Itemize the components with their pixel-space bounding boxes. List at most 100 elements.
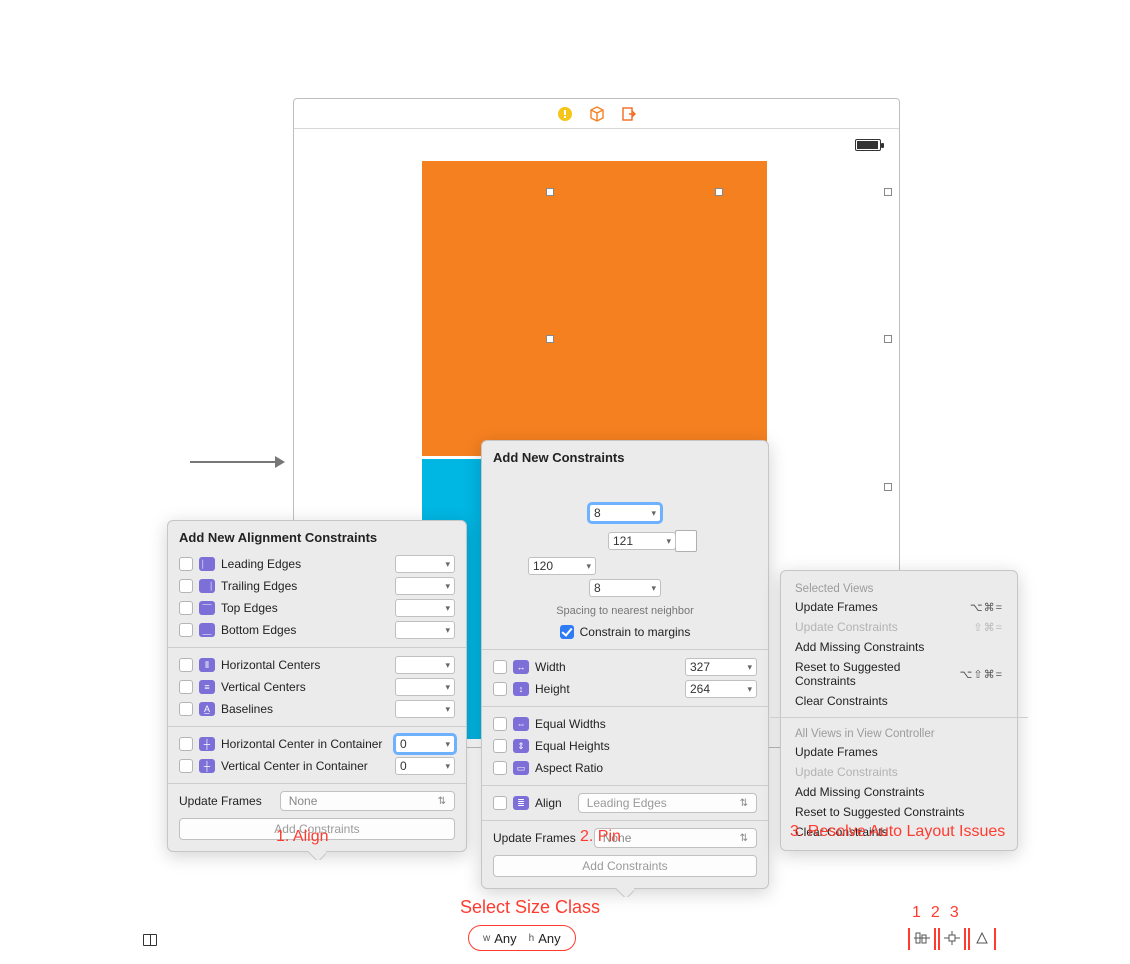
checkbox[interactable]: [179, 557, 193, 571]
spacing-neighbor-label: Spacing to nearest neighbor: [493, 605, 757, 617]
resolve-menu-item[interactable]: Update Frames: [781, 742, 1017, 762]
top-spacing-combo[interactable]: 8▾: [589, 504, 661, 522]
checkbox[interactable]: [493, 739, 507, 753]
align-popover-title: Add New Alignment Constraints: [179, 530, 455, 545]
align-value-combo[interactable]: ▾: [395, 555, 455, 573]
align-label: Align: [535, 796, 562, 810]
align-item-label: Horizontal Centers: [221, 658, 320, 672]
equal-heights-label: Equal Heights: [535, 739, 610, 753]
checkbox[interactable]: [179, 702, 193, 716]
orange-view-selected[interactable]: [422, 161, 767, 456]
equal-widths-label: Equal Widths: [535, 717, 606, 731]
exit-icon[interactable]: [621, 106, 637, 122]
spacing-center-box: [675, 530, 697, 552]
pin-menu-button[interactable]: [938, 928, 966, 950]
document-outline-button[interactable]: [143, 934, 157, 946]
checkbox[interactable]: [179, 623, 193, 637]
align-value-combo[interactable]: 0▾: [395, 735, 455, 753]
align-popover: Add New Alignment Constraints ⎸Leading E…: [167, 520, 467, 852]
popover-arrow: [616, 888, 634, 897]
pin-popover: Add New Constraints 8▾ 121▾ 120▾ 8▾ Spac…: [481, 440, 769, 889]
align-item-label: Trailing Edges: [221, 579, 297, 593]
selection-handle[interactable]: [884, 483, 892, 491]
resolve-menu-item[interactable]: Add Missing Constraints: [781, 637, 1017, 657]
resolve-menu-item[interactable]: Update Frames⌥⌘=: [781, 597, 1017, 617]
height-label: Height: [535, 682, 570, 696]
align-item-label: Vertical Center in Container: [221, 759, 368, 773]
align-value-combo[interactable]: ▾: [395, 577, 455, 595]
align-item-label: Bottom Edges: [221, 623, 296, 637]
align-item-label: Vertical Centers: [221, 680, 306, 694]
vertical-centers-icon: ≡: [199, 680, 215, 694]
all-views-heading: All Views in View Controller: [781, 724, 1017, 742]
select-size-class-label: Select Size Class: [460, 897, 600, 918]
popover-arrow: [308, 851, 326, 860]
h-center-container-icon: ┼: [199, 737, 215, 751]
align-select[interactable]: Leading Edges⇅: [578, 793, 757, 813]
align-value-combo[interactable]: ▾: [395, 621, 455, 639]
checkbox[interactable]: [179, 579, 193, 593]
width-icon: ↔: [513, 660, 529, 674]
right-spacing-combo[interactable]: 120▾: [528, 557, 596, 575]
checkbox[interactable]: [493, 717, 507, 731]
warning-icon[interactable]: [557, 106, 573, 122]
add-constraints-button[interactable]: Add Constraints: [493, 855, 757, 877]
update-frames-select[interactable]: None⇅: [280, 791, 455, 811]
resolve-popover: Selected Views Update Frames⌥⌘=Update Co…: [780, 570, 1018, 851]
selected-views-heading: Selected Views: [781, 579, 1017, 597]
width-combo[interactable]: 327▾: [685, 658, 757, 676]
caption-resolve: 3. Resolve Auto Layout Issues: [790, 823, 1005, 841]
checkbox[interactable]: [179, 680, 193, 694]
align-value-combo[interactable]: ▾: [395, 599, 455, 617]
align-value-combo[interactable]: ▾: [395, 700, 455, 718]
align-menu-button[interactable]: [908, 928, 936, 950]
align-item-label: Top Edges: [221, 601, 278, 615]
checkbox[interactable]: [179, 759, 193, 773]
resolve-menu-item[interactable]: Add Missing Constraints: [781, 782, 1017, 802]
checkbox[interactable]: [179, 737, 193, 751]
checkbox[interactable]: [179, 601, 193, 615]
resolve-menu-item[interactable]: Reset to Suggested Constraints⌥⇧⌘=: [781, 657, 1017, 691]
selection-handle[interactable]: [546, 188, 554, 196]
bottom-spacing-combo[interactable]: 8▾: [589, 579, 661, 597]
selection-handle[interactable]: [884, 335, 892, 343]
aspect-ratio-icon: ▭: [513, 761, 529, 775]
pin-icon: [943, 930, 961, 946]
resolve-menu-item[interactable]: Reset to Suggested Constraints: [781, 802, 1017, 822]
align-value-combo[interactable]: ▾: [395, 678, 455, 696]
align-icon: ≣: [513, 796, 529, 810]
equal-widths-icon: ⇔: [513, 717, 529, 731]
checkbox[interactable]: [493, 796, 507, 810]
height-icon: ↕: [513, 682, 529, 696]
baselines-icon: A̲: [199, 702, 215, 716]
cube-icon[interactable]: [589, 106, 605, 122]
checkbox[interactable]: [493, 761, 507, 775]
align-value-combo[interactable]: ▾: [395, 656, 455, 674]
resolve-icon: [973, 930, 991, 946]
trailing-edges-icon: ⎹: [199, 579, 215, 593]
selection-handle[interactable]: [884, 188, 892, 196]
constrain-margins-label: Constrain to margins: [580, 625, 691, 639]
selection-handle[interactable]: [546, 335, 554, 343]
resolve-menu-item[interactable]: Clear Constraints: [781, 691, 1017, 711]
top-edges-icon: ⎺: [199, 601, 215, 615]
height-combo[interactable]: 264▾: [685, 680, 757, 698]
checkbox[interactable]: [179, 658, 193, 672]
resolve-menu-button[interactable]: [968, 928, 996, 950]
align-item-label: Horizontal Center in Container: [221, 737, 382, 751]
update-frames-label: Update Frames: [179, 794, 262, 808]
align-item-label: Leading Edges: [221, 557, 301, 571]
resolve-menu-item: Update Constraints⇧⌘=: [781, 617, 1017, 637]
size-class-control[interactable]: w Any h Any: [468, 925, 576, 951]
equal-heights-icon: ⇕: [513, 739, 529, 753]
align-value-combo[interactable]: 0▾: [395, 757, 455, 775]
toolbar-number-labels: 123: [912, 904, 959, 922]
constrain-margins-checkbox[interactable]: [560, 625, 574, 639]
annotation-arrow: [190, 452, 285, 472]
selection-handle[interactable]: [715, 188, 723, 196]
v-center-container-icon: ┼: [199, 759, 215, 773]
left-spacing-combo[interactable]: 121▾: [608, 532, 676, 550]
checkbox[interactable]: [493, 660, 507, 674]
caption-align: 1. Align: [276, 828, 328, 846]
checkbox[interactable]: [493, 682, 507, 696]
